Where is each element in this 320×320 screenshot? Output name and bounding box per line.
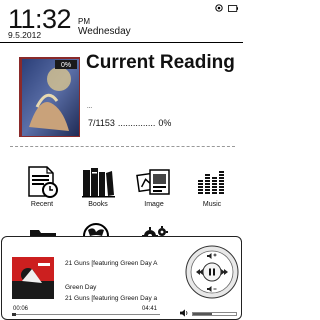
app-label-music: Music bbox=[202, 201, 222, 208]
weekday-label: Wednesday bbox=[78, 26, 131, 37]
reading-progress: 7/1153............... 0% bbox=[88, 118, 171, 128]
playback-controls bbox=[185, 245, 239, 299]
app-recent[interactable]: Recent bbox=[17, 166, 67, 208]
speaker-icon bbox=[180, 309, 188, 317]
artist-name: Green Day bbox=[65, 284, 97, 291]
track-title-secondary: 21 Guns [featuring Green Day a bbox=[65, 295, 158, 302]
volume-level bbox=[193, 313, 213, 315]
seek-bar[interactable] bbox=[12, 313, 160, 317]
app-image[interactable]: Image bbox=[129, 166, 179, 208]
app-label-recent: Recent bbox=[30, 201, 54, 208]
section-divider bbox=[10, 146, 235, 147]
clock-time: 11:32 bbox=[8, 4, 72, 34]
battery-icon bbox=[228, 4, 238, 12]
title-placeholder-dots: ... bbox=[87, 104, 93, 110]
elapsed-time: 00:06 bbox=[13, 306, 29, 312]
album-art[interactable] bbox=[12, 257, 54, 299]
music-equalizer-icon bbox=[198, 171, 224, 194]
pause-icon bbox=[209, 268, 211, 276]
music-player-panel: 21 Guns [featuring Green Day A Green Day… bbox=[1, 236, 242, 320]
page-position: 7/1153 bbox=[88, 118, 115, 128]
cover-progress-badge: 0% bbox=[61, 62, 71, 69]
app-music[interactable]: Music bbox=[187, 166, 237, 208]
status-icons bbox=[215, 4, 238, 12]
current-reading-heading: Current Reading bbox=[86, 52, 235, 73]
clock-ampm: PM bbox=[78, 17, 90, 26]
volume-slider[interactable] bbox=[192, 312, 237, 316]
percent-read: 0% bbox=[158, 118, 172, 128]
progress-leader: ............... bbox=[117, 118, 156, 128]
header-divider bbox=[0, 42, 243, 43]
total-duration: 04:41 bbox=[142, 306, 158, 312]
date-label: 9.5.2012 bbox=[8, 30, 42, 40]
books-icon bbox=[82, 168, 115, 198]
track-title: 21 Guns [featuring Green Day A bbox=[65, 260, 158, 267]
book-cover[interactable]: 0% bbox=[19, 57, 80, 137]
app-label-image: Image bbox=[144, 201, 164, 208]
seek-progress bbox=[12, 313, 17, 316]
target-icon bbox=[215, 4, 223, 12]
app-label-books: Books bbox=[88, 201, 108, 208]
play-pause-button[interactable] bbox=[202, 262, 222, 282]
app-books[interactable]: Books bbox=[73, 166, 123, 208]
recent-document-icon bbox=[28, 166, 58, 198]
image-icon bbox=[136, 169, 170, 195]
